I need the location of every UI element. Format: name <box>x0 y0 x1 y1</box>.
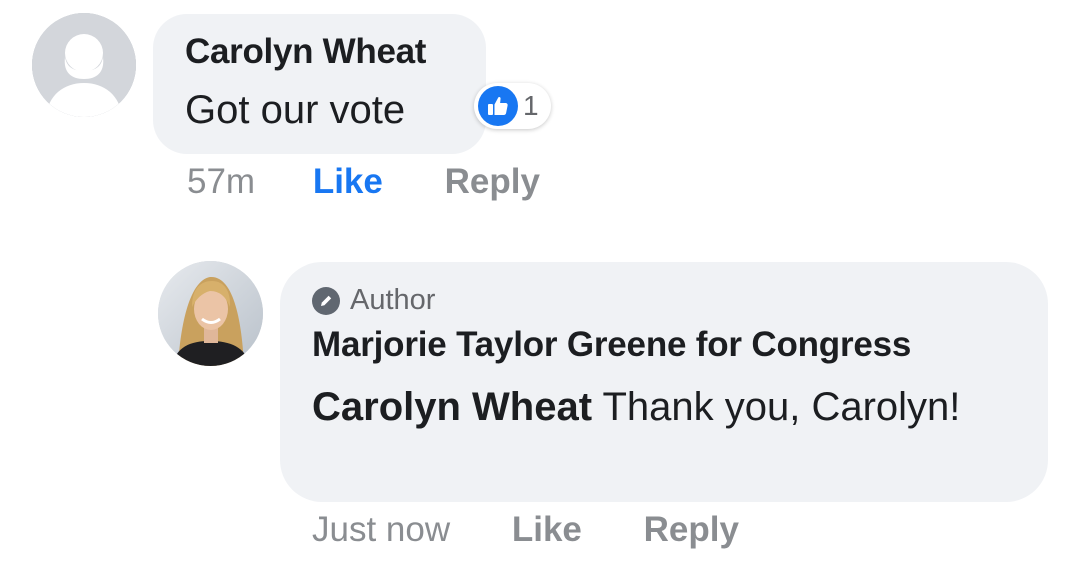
avatar-default-profile[interactable] <box>32 13 136 117</box>
reply-text: Thank you, Carolyn! <box>602 385 961 429</box>
reply-like-button[interactable]: Like <box>512 510 582 550</box>
reply-text-block: Carolyn Wheat Thank you, Carolyn! <box>312 378 1012 436</box>
profile-photo-image <box>158 261 263 366</box>
comment-author-name[interactable]: Carolyn Wheat <box>185 32 426 72</box>
reply-reply-button[interactable]: Reply <box>644 510 739 550</box>
reaction-summary[interactable]: 1 <box>474 83 551 129</box>
avatar-profile-photo[interactable] <box>158 261 263 366</box>
like-thumbs-up-icon <box>478 86 518 126</box>
reaction-count: 1 <box>523 90 539 121</box>
reply-actions: Just now Like Reply <box>312 510 739 550</box>
mention-link[interactable]: Carolyn Wheat <box>312 385 592 429</box>
author-badge: Author <box>312 284 435 317</box>
comment-timestamp[interactable]: 57m <box>187 162 255 202</box>
comment-actions: 57m Like Reply <box>187 162 540 202</box>
default-profile-icon <box>32 13 136 117</box>
comment-text: Got our vote <box>185 88 406 132</box>
author-badge-label: Author <box>350 284 436 316</box>
reply-author-name[interactable]: Marjorie Taylor Greene for Congress <box>312 325 911 365</box>
comment-thread: Carolyn Wheat Got our vote 1 57m Like Re… <box>0 0 1080 576</box>
pencil-icon <box>312 286 340 315</box>
like-button[interactable]: Like <box>313 162 383 202</box>
reply-timestamp[interactable]: Just now <box>312 510 450 550</box>
reply-button[interactable]: Reply <box>445 162 540 202</box>
